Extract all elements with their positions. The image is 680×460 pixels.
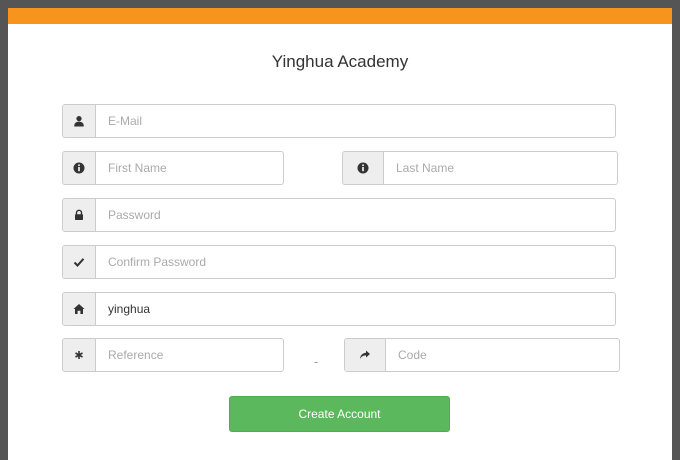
reference-input[interactable] <box>96 339 283 371</box>
first-name-input[interactable] <box>96 152 283 184</box>
school-input[interactable] <box>96 293 615 325</box>
create-account-button[interactable]: Create Account <box>229 396 450 432</box>
info-icon <box>343 152 384 184</box>
signup-window: Yinghua Academy E-Mail First Name Last N… <box>8 8 672 460</box>
confirm-password-input[interactable] <box>96 246 615 278</box>
code-input[interactable] <box>386 339 619 371</box>
school-field-group <box>62 292 616 326</box>
last-name-field-group <box>342 151 618 185</box>
home-icon <box>63 293 96 325</box>
user-icon <box>63 105 96 137</box>
share-icon <box>345 339 386 371</box>
lock-icon <box>63 199 96 231</box>
info-icon <box>63 152 96 184</box>
password-field-group <box>62 198 616 232</box>
asterisk-icon <box>63 339 96 371</box>
reference-field-group <box>62 338 284 372</box>
code-field-group <box>344 338 620 372</box>
email-field-group <box>62 104 616 138</box>
last-name-input[interactable] <box>384 152 617 184</box>
page-title: Yinghua Academy <box>271 52 409 71</box>
confirm-password-field-group <box>62 245 616 279</box>
email-input[interactable] <box>96 105 615 137</box>
reference-code-separator: - <box>314 354 319 369</box>
check-icon <box>63 246 96 278</box>
first-name-field-group <box>62 151 284 185</box>
password-input[interactable] <box>96 199 615 231</box>
accent-bar <box>8 8 672 24</box>
